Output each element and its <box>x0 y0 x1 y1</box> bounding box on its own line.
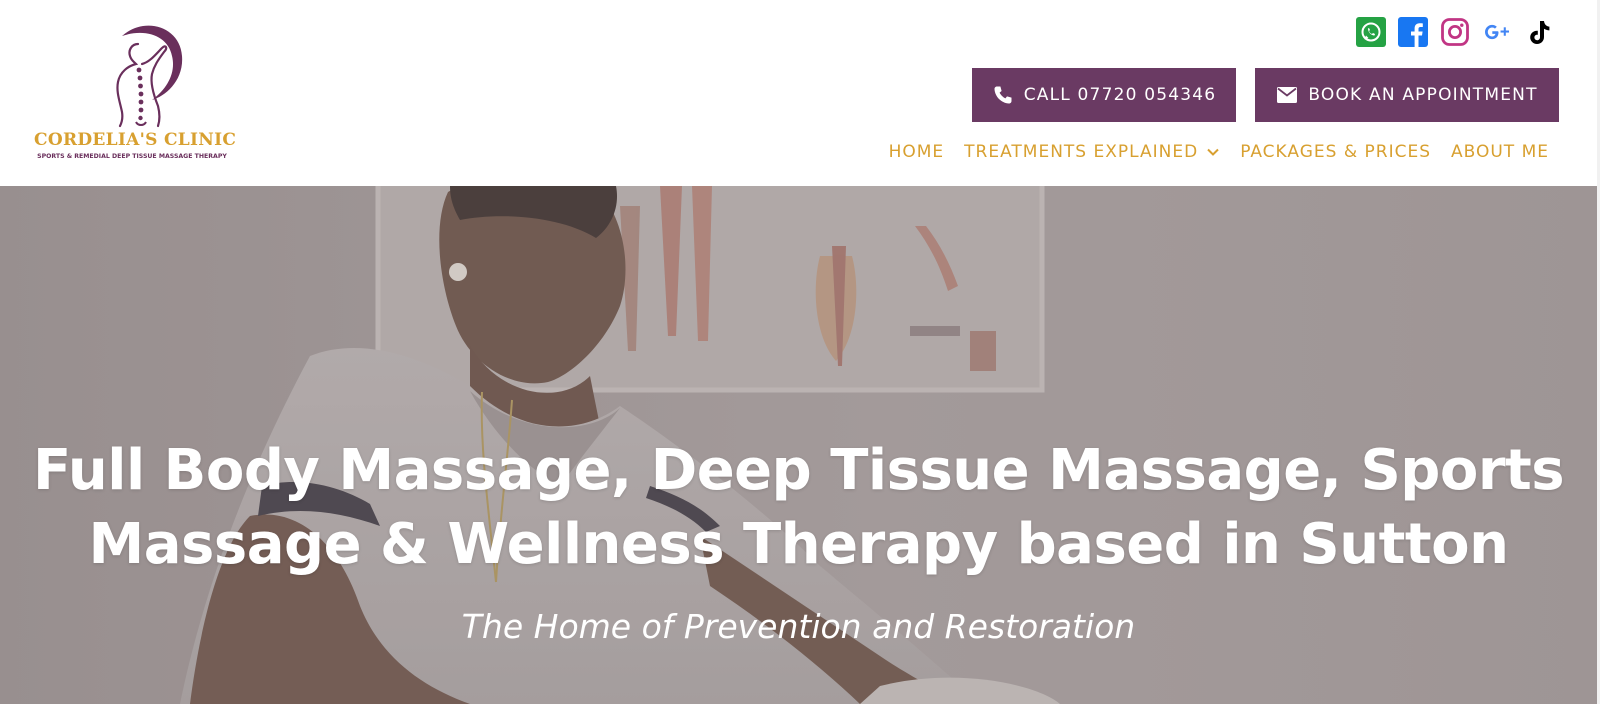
nav-item-about-me[interactable]: ABOUT ME <box>1451 142 1549 162</box>
facebook-icon[interactable] <box>1398 17 1428 47</box>
phone-icon <box>994 86 1012 104</box>
nav-item-home[interactable]: HOME <box>889 142 945 162</box>
hero-title-line-2: Massage & Wellness Therapy based in Sutt… <box>88 512 1509 577</box>
clinic-logo[interactable]: CORDELIA'S CLINIC SPORTS & REMEDIAL DEEP… <box>34 22 237 164</box>
hero-title: Full Body Massage, Deep Tissue Massage, … <box>0 434 1597 582</box>
logo-figure-icon <box>116 25 183 128</box>
nav-item-packages-prices[interactable]: PACKAGES & PRICES <box>1240 142 1431 162</box>
main-nav: HOME TREATMENTS EXPLAINED PACKAGES & PRI… <box>889 142 1549 162</box>
whatsapp-icon[interactable] <box>1356 17 1386 47</box>
nav-item-label: ABOUT ME <box>1450 142 1549 162</box>
envelope-icon <box>1277 87 1298 103</box>
page: CORDELIA'S CLINIC SPORTS & REMEDIAL DEEP… <box>0 0 1600 704</box>
google-plus-icon[interactable] <box>1482 17 1512 47</box>
nav-item-treatments-explained[interactable]: TREATMENTS EXPLAINED <box>964 142 1220 162</box>
logo-tagline: SPORTS & REMEDIAL DEEP TISSUE MASSAGE TH… <box>37 153 227 160</box>
instagram-icon[interactable] <box>1440 17 1470 47</box>
nav-item-label: TREATMENTS EXPLAINED <box>964 142 1199 162</box>
hero-section: Full Body Massage, Deep Tissue Massage, … <box>0 186 1597 704</box>
chevron-down-icon <box>1207 148 1219 156</box>
hero-title-line-1: Full Body Massage, Deep Tissue Massage, … <box>32 438 1565 503</box>
call-button[interactable]: CALL 07720 054346 <box>972 68 1236 122</box>
book-button-label: BOOK AN APPOINTMENT <box>1308 85 1538 105</box>
site-header: CORDELIA'S CLINIC SPORTS & REMEDIAL DEEP… <box>0 0 1597 186</box>
logo-name: CORDELIA'S CLINIC <box>34 130 237 150</box>
hero-subtitle: The Home of Prevention and Restoration <box>461 607 1136 646</box>
tiktok-icon[interactable] <box>1524 17 1554 47</box>
nav-item-label: HOME <box>888 142 945 162</box>
social-links <box>1356 17 1554 47</box>
book-appointment-button[interactable]: BOOK AN APPOINTMENT <box>1255 68 1559 122</box>
nav-item-label: PACKAGES & PRICES <box>1240 142 1431 162</box>
call-button-label: CALL 07720 054346 <box>1023 85 1217 105</box>
